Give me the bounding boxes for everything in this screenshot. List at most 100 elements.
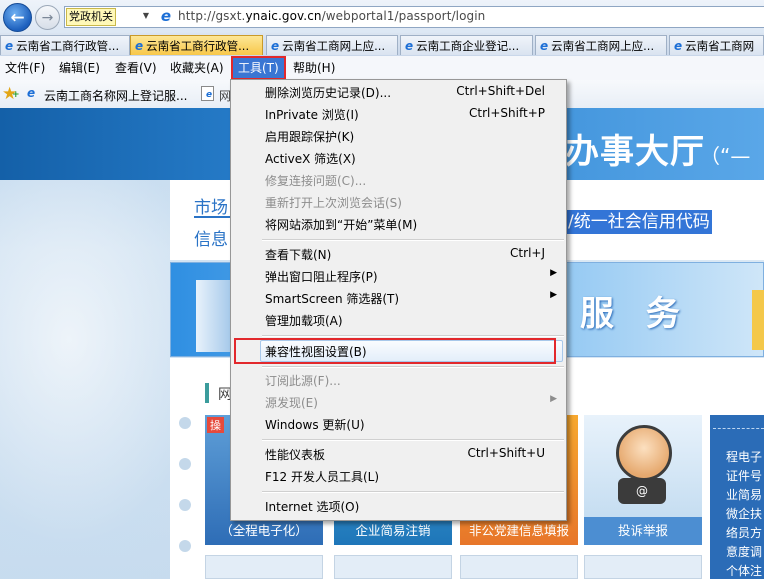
arrow-left-icon: ← xyxy=(10,7,25,28)
tab-4[interactable]: e 云南工商企业登记... xyxy=(400,35,533,55)
bullet-dot xyxy=(179,499,191,511)
menu-item-label: 将网站添加到“开始”菜单(M) xyxy=(265,218,418,232)
menu-item-smartscreen[interactable]: SmartScreen 筛选器(T) ▶ xyxy=(232,287,565,309)
menu-separator xyxy=(262,335,564,337)
side-news-line[interactable]: 程电子 xyxy=(726,448,762,465)
url-path: /webportal1/passport/login xyxy=(321,9,486,23)
menu-item-label: ActiveX 筛选(X) xyxy=(265,152,356,166)
bullet-dot xyxy=(179,417,191,429)
menu-item-performance-dashboard[interactable]: 性能仪表板 Ctrl+Shift+U xyxy=(232,443,565,465)
service-tile[interactable] xyxy=(584,555,702,579)
tab-5[interactable]: e 云南省工商网上应... xyxy=(535,35,667,55)
submenu-arrow-icon: ▶ xyxy=(550,290,557,300)
arrow-right-icon: → xyxy=(41,9,54,26)
forward-button[interactable]: → xyxy=(35,5,60,30)
ie-page-icon: e xyxy=(160,7,172,25)
info-tab-label[interactable]: 信息 xyxy=(194,225,228,250)
ie-page-icon: e xyxy=(540,38,549,53)
side-news-line[interactable]: 证件号 xyxy=(726,467,762,484)
menu-item-label: 删除浏览历史记录(D)... xyxy=(265,86,392,100)
favorite-link[interactable]: 云南工商名称网上登记服... xyxy=(44,87,187,104)
section-marker xyxy=(205,383,209,403)
service-tile[interactable] xyxy=(334,555,452,579)
tab-label: 云南工商企业登记... xyxy=(416,38,520,53)
menu-item-label: 修复连接问题(C)... xyxy=(265,174,367,188)
tab-6[interactable]: e 云南省工商网 xyxy=(669,35,764,55)
side-news-line[interactable]: 微企扶 xyxy=(726,505,762,522)
menu-item-subscribe-feed: 订阅此源(F)... xyxy=(232,369,565,391)
zone-badge[interactable]: 党政机关 xyxy=(66,8,116,26)
menu-help[interactable]: 帮助(H) xyxy=(288,58,340,78)
menu-item-label: InPrivate 浏览(I) xyxy=(265,108,359,122)
menu-separator xyxy=(262,439,564,441)
menu-item-shortcut: Ctrl+Shift+P xyxy=(469,106,545,120)
menu-item-activex[interactable]: ActiveX 筛选(X) xyxy=(232,147,565,169)
tab-label: 云南省工商网上应... xyxy=(551,38,655,53)
submenu-arrow-icon: ▶ xyxy=(550,268,557,278)
menu-item-shortcut: Ctrl+Shift+U xyxy=(467,446,545,460)
menu-item-windows-update[interactable]: Windows 更新(U) xyxy=(232,413,565,435)
menu-favorites[interactable]: 收藏夹(A) xyxy=(165,58,229,78)
menu-item-label: Windows 更新(U) xyxy=(265,418,365,432)
menu-item-inprivate[interactable]: InPrivate 浏览(I) Ctrl+Shift+P xyxy=(232,103,565,125)
menu-item-shortcut: Ctrl+J xyxy=(510,246,545,260)
divider xyxy=(713,428,764,429)
menu-item-label: 管理加载项(A) xyxy=(265,314,343,328)
side-news-line[interactable]: 个体注 xyxy=(726,562,762,579)
side-news-line[interactable]: 络员方 xyxy=(726,524,762,541)
menu-item-popup-blocker[interactable]: 弹出窗口阻止程序(P) ▶ xyxy=(232,265,565,287)
side-news-line[interactable]: 意度调 xyxy=(726,543,762,560)
market-tab-label[interactable]: 市场 xyxy=(194,193,228,218)
menu-item-delete-history[interactable]: 删除浏览历史记录(D)... Ctrl+Shift+Del xyxy=(232,81,565,103)
tab-1[interactable]: e 云南省工商行政管... xyxy=(0,35,130,55)
menu-item-internet-options[interactable]: Internet 选项(O) xyxy=(232,495,565,517)
menu-tools[interactable]: 工具(T) xyxy=(231,56,286,80)
side-news-line[interactable]: 业简易 xyxy=(726,486,762,503)
tab-label: 云南省工商行政管... xyxy=(16,38,120,53)
menu-item-manage-addons[interactable]: 管理加载项(A) xyxy=(232,309,565,331)
chevron-down-icon[interactable]: ▼ xyxy=(140,8,152,24)
menu-item-shortcut: Ctrl+Shift+Del xyxy=(456,84,545,98)
menu-item-fix-connection: 修复连接问题(C)... xyxy=(232,169,565,191)
service-banner-text: 服 务 xyxy=(580,294,690,334)
menu-edit[interactable]: 编辑(E) xyxy=(54,58,105,78)
url-text[interactable]: http://gsxt.ynaic.gov.cn/webportal1/pass… xyxy=(178,9,485,23)
menu-item-label: F12 开发人员工具(L) xyxy=(265,470,380,484)
menu-item-label: 查看下载(N) xyxy=(265,248,332,262)
decor-strip xyxy=(752,290,764,350)
tile-badge: 操 xyxy=(207,417,224,433)
menu-item-add-to-start[interactable]: 将网站添加到“开始”菜单(M) xyxy=(232,213,565,235)
menu-item-label: 性能仪表板 xyxy=(265,448,326,462)
headset-avatar-icon xyxy=(616,425,672,481)
menu-item-f12-devtools[interactable]: F12 开发人员工具(L) xyxy=(232,465,565,487)
menu-item-label: 源发现(E) xyxy=(265,396,318,410)
tile-caption: 投诉举报 xyxy=(584,517,702,545)
menu-item-label: SmartScreen 筛选器(T) xyxy=(265,292,400,306)
back-button[interactable]: ← xyxy=(3,3,32,32)
menu-item-feed-discovery: 源发现(E) ▶ xyxy=(232,391,565,413)
credit-code-text: /统一社会信用代码 xyxy=(566,210,712,234)
tab-3[interactable]: e 云南省工商网上应... xyxy=(266,35,398,55)
menu-separator xyxy=(262,491,564,493)
add-favorite-icon[interactable]: + xyxy=(12,90,20,100)
hall-subtitle: （“— xyxy=(700,144,751,168)
menu-view[interactable]: 查看(V) xyxy=(110,58,162,78)
menu-item-view-downloads[interactable]: 查看下载(N) Ctrl+J xyxy=(232,243,565,265)
tile-caption: 非公党建信息填报 xyxy=(468,523,569,538)
menu-separator xyxy=(262,239,564,241)
menu-item-label: 订阅此源(F)... xyxy=(265,374,341,388)
ie-page-icon: e xyxy=(674,38,683,53)
menu-item-reopen-session: 重新打开上次浏览会话(S) xyxy=(232,191,565,213)
submenu-arrow-icon: ▶ xyxy=(550,394,557,404)
highlight-annotation-box xyxy=(234,338,556,364)
tab-2-active[interactable]: e 云南省工商行政管... xyxy=(130,35,263,55)
url-domain: ynaic.gov.cn xyxy=(245,9,322,23)
ie-page-icon: e xyxy=(27,86,36,100)
menu-file[interactable]: 文件(F) xyxy=(0,58,50,78)
bullet-dot xyxy=(179,458,191,470)
service-tile[interactable] xyxy=(460,555,578,579)
service-tile[interactable] xyxy=(205,555,323,579)
menu-item-tracking-protection[interactable]: 启用跟踪保护(K) xyxy=(232,125,565,147)
bullet-dot xyxy=(179,540,191,552)
tile-caption: 企业简易注销 xyxy=(355,523,431,538)
